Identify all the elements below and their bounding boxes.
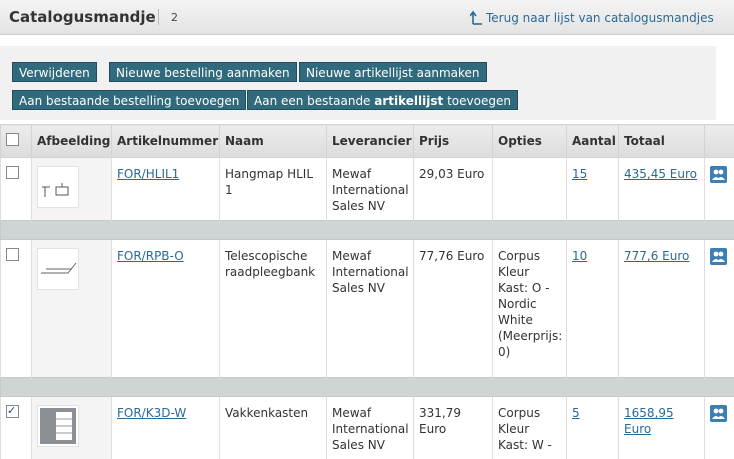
column-header-options: Opties [493, 125, 567, 158]
supplier-cell: Mewaf International Sales NV [327, 240, 414, 378]
product-thumbnail [37, 405, 79, 447]
supplier-cell: Mewaf International Sales NV [327, 397, 414, 459]
action-toolbar: Verwijderen Nieuwe bestelling aanmaken N… [0, 46, 716, 120]
column-header-image: Afbeelding [32, 125, 112, 158]
name-cell: Telescopische raadpleegbank [220, 240, 327, 378]
users-icon[interactable] [710, 166, 727, 183]
column-header-quantity: Aantal [567, 125, 619, 158]
users-icon[interactable] [710, 405, 727, 422]
basket-table: Afbeelding Artikelnummer Naam Leverancie… [0, 124, 734, 459]
page-header: Catalogusmandje 2 Terug naar lijst van c… [0, 0, 734, 35]
price-cell: 29,03 Euro [414, 158, 493, 221]
name-cell: Hangmap HLIL 1 [220, 158, 327, 221]
total-link[interactable]: 435,45 Euro [624, 167, 697, 181]
article-cell: FOR/K3D-W [112, 397, 220, 459]
select-all-checkbox[interactable] [6, 133, 19, 146]
basket-count: 2 [171, 11, 178, 24]
table-row: FOR/RPB-O Telescopische raadpleegbank Me… [1, 240, 734, 378]
row-separator [1, 221, 734, 240]
quantity-cell: 10 [567, 240, 619, 378]
article-link[interactable]: FOR/K3D-W [117, 406, 186, 420]
options-cell: Corpus Kleur Kast: O - Nordic White (Mee… [493, 240, 567, 378]
price-cell: 77,76 Euro [414, 240, 493, 378]
column-header-supplier: Leverancier [327, 125, 414, 158]
column-header-actions [705, 125, 734, 158]
add-list-bold: artikellijst [374, 94, 443, 108]
table-row: FOR/K3D-W Vakkenkasten Mewaf Internation… [1, 397, 734, 459]
row-checkbox[interactable] [6, 405, 19, 418]
quantity-link[interactable]: 15 [572, 167, 587, 181]
row-checkbox[interactable] [6, 248, 19, 261]
quantity-cell: 15 [567, 158, 619, 221]
column-header-article: Artikelnummer [112, 125, 220, 158]
column-header-total: Totaal [619, 125, 705, 158]
total-link[interactable]: 1658,95 Euro [624, 406, 674, 436]
quantity-link[interactable]: 5 [572, 406, 580, 420]
total-cell: 1658,95 Euro [619, 397, 705, 459]
options-cell: Corpus Kleur Kast: W - [493, 397, 567, 459]
back-arrow-icon [470, 9, 484, 25]
supplier-cell: Mewaf International Sales NV [327, 158, 414, 221]
product-thumbnail [37, 166, 79, 208]
row-select-cell [1, 397, 32, 459]
article-cell: FOR/HLIL1 [112, 158, 220, 221]
column-header-name: Naam [220, 125, 327, 158]
new-order-button[interactable]: Nieuwe bestelling aanmaken [109, 62, 297, 82]
actions-cell [705, 397, 734, 459]
product-image-cell [32, 397, 112, 459]
row-separator [1, 378, 734, 397]
add-to-existing-order-button[interactable]: Aan bestaande bestelling toevoegen [12, 90, 246, 110]
article-link[interactable]: FOR/HLIL1 [117, 167, 179, 181]
name-cell: Vakkenkasten [220, 397, 327, 459]
add-list-suffix: toevoegen [447, 94, 511, 108]
actions-cell [705, 158, 734, 221]
options-cell [493, 158, 567, 221]
add-list-prefix: Aan een bestaande [254, 94, 370, 108]
product-thumbnail [37, 248, 79, 290]
page-title: Catalogusmandje [9, 8, 156, 26]
delete-button[interactable]: Verwijderen [12, 62, 97, 82]
table-row: FOR/HLIL1 Hangmap HLIL 1 Mewaf Internati… [1, 158, 734, 221]
row-select-cell [1, 158, 32, 221]
product-image-cell [32, 240, 112, 378]
title-divider [158, 9, 159, 25]
row-select-cell [1, 240, 32, 378]
quantity-link[interactable]: 10 [572, 249, 587, 263]
price-cell: 331,79 Euro [414, 397, 493, 459]
total-link[interactable]: 777,6 Euro [624, 249, 689, 263]
product-image-cell [32, 158, 112, 221]
article-cell: FOR/RPB-O [112, 240, 220, 378]
row-checkbox[interactable] [6, 166, 19, 179]
table-header-row: Afbeelding Artikelnummer Naam Leverancie… [1, 125, 734, 158]
actions-cell [705, 240, 734, 378]
new-list-button[interactable]: Nieuwe artikellijst aanmaken [299, 62, 487, 82]
total-cell: 435,45 Euro [619, 158, 705, 221]
users-icon[interactable] [710, 248, 727, 265]
column-header-price: Prijs [414, 125, 493, 158]
add-to-existing-list-button[interactable]: Aan een bestaande artikellijst toevoegen [247, 90, 518, 110]
back-link-label: Terug naar lijst van catalogusmandjes [486, 11, 714, 25]
select-all-header[interactable] [1, 125, 32, 158]
quantity-cell: 5 [567, 397, 619, 459]
total-cell: 777,6 Euro [619, 240, 705, 378]
article-link[interactable]: FOR/RPB-O [117, 249, 184, 263]
